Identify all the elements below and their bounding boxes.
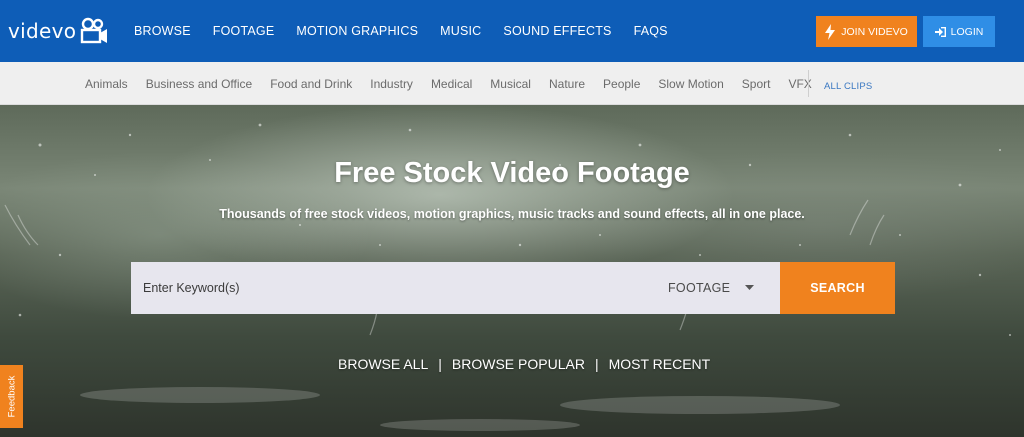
quick-link-separator: | <box>438 356 442 372</box>
most-recent-link[interactable]: MOST RECENT <box>609 356 711 372</box>
quick-links: BROWSE ALL | BROWSE POPULAR | MOST RECEN… <box>338 356 710 372</box>
all-clips-link[interactable]: ALL CLIPS <box>824 81 872 92</box>
videvo-logo[interactable]: videvo <box>8 16 109 46</box>
nav-faqs[interactable]: FAQS <box>634 24 668 38</box>
category-bar: Animals Business and Office Food and Dri… <box>0 62 1024 105</box>
sign-in-icon <box>934 26 946 37</box>
nav-sound-effects[interactable]: SOUND EFFECTS <box>503 24 611 38</box>
top-navbar: videvo BROWSE FOOTAGE MOTION GRAPHICS MU… <box>0 0 1024 62</box>
feedback-tab[interactable]: Feedback <box>0 365 23 428</box>
login-button[interactable]: LOGIN <box>923 16 995 47</box>
nav-footage[interactable]: FOOTAGE <box>213 24 275 38</box>
category-animals[interactable]: Animals <box>85 77 128 91</box>
search-bar: FOOTAGE SEARCH <box>131 262 895 314</box>
category-sport[interactable]: Sport <box>742 77 771 91</box>
caret-down-icon <box>745 285 754 290</box>
main-nav: BROWSE FOOTAGE MOTION GRAPHICS MUSIC SOU… <box>134 24 690 38</box>
join-videvo-label: JOIN VIDEVO <box>841 25 908 38</box>
search-button[interactable]: SEARCH <box>780 262 895 314</box>
category-medical[interactable]: Medical <box>431 77 472 91</box>
hero-subtitle: Thousands of free stock videos, motion g… <box>219 207 805 221</box>
category-people[interactable]: People <box>603 77 640 91</box>
nav-motion-graphics[interactable]: MOTION GRAPHICS <box>296 24 418 38</box>
category-business-and-office[interactable]: Business and Office <box>146 77 253 91</box>
lightning-bolt-icon <box>825 23 836 40</box>
browse-popular-link[interactable]: BROWSE POPULAR <box>452 356 585 372</box>
category-musical[interactable]: Musical <box>490 77 531 91</box>
category-divider <box>808 70 809 97</box>
quick-link-separator: | <box>594 356 599 372</box>
category-food-and-drink[interactable]: Food and Drink <box>270 77 352 91</box>
video-camera-icon <box>81 17 108 44</box>
category-industry[interactable]: Industry <box>370 77 413 91</box>
logo-text: videvo <box>8 19 77 43</box>
browse-all-link[interactable]: BROWSE ALL <box>338 356 428 372</box>
category-list: Animals Business and Office Food and Dri… <box>85 77 830 91</box>
search-type-label: FOOTAGE <box>668 281 731 295</box>
category-slow-motion[interactable]: Slow Motion <box>658 77 723 91</box>
hero-banner: Free Stock Video Footage Thousands of fr… <box>0 105 1024 437</box>
nav-browse[interactable]: BROWSE <box>134 24 191 38</box>
nav-music[interactable]: MUSIC <box>440 24 481 38</box>
login-label: LOGIN <box>950 25 984 38</box>
feedback-label: Feedback <box>6 375 18 418</box>
join-videvo-button[interactable]: JOIN VIDEVO <box>816 16 917 47</box>
category-nature[interactable]: Nature <box>549 77 585 91</box>
search-type-select[interactable]: FOOTAGE <box>668 262 780 314</box>
hero-title: Free Stock Video Footage <box>334 157 690 189</box>
